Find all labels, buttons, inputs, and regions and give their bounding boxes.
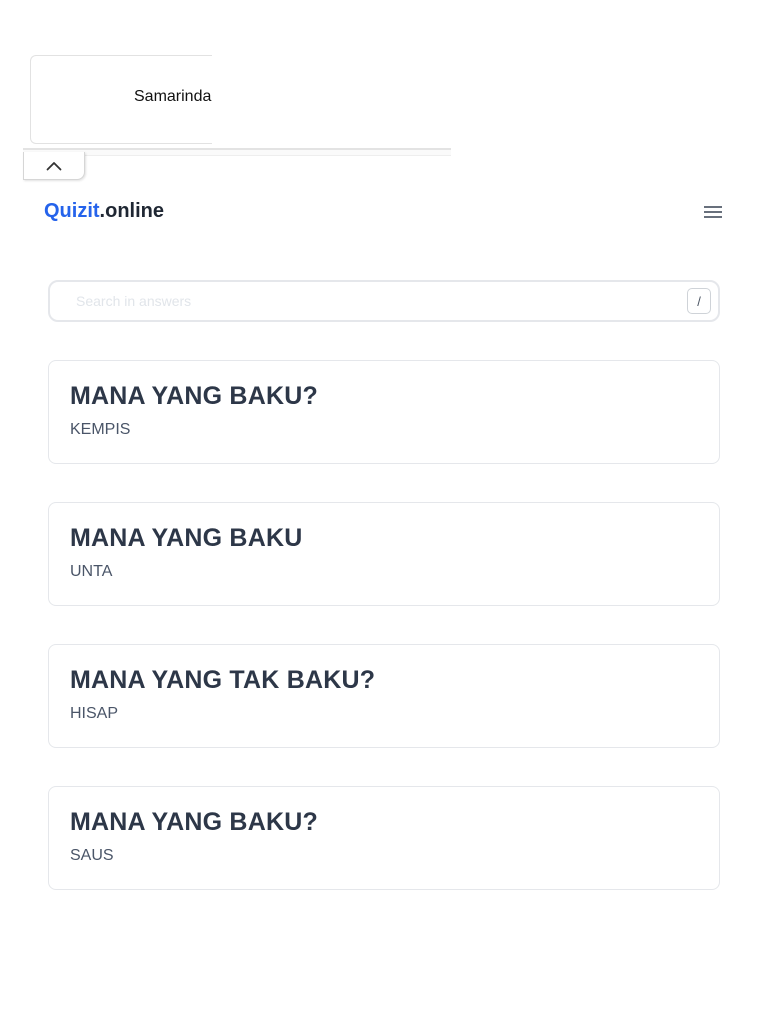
search-shortcut-hint: /	[687, 288, 711, 314]
question-answer: HISAP	[70, 705, 119, 722]
question-card[interactable]: MANA YANG TAK BAKU? HISAP	[48, 644, 720, 748]
menu-button[interactable]	[702, 202, 724, 222]
question-card[interactable]: MANA YANG BAKU UNTA	[48, 502, 720, 606]
logo-brand: Quizit	[44, 200, 100, 222]
question-card[interactable]: MANA YANG BAKU? SAUS	[48, 786, 720, 890]
question-answer: SAUS	[70, 847, 114, 864]
question-title: MANA YANG TAK BAKU?	[70, 666, 376, 694]
site-header: Quizit.online	[44, 196, 724, 228]
chevron-up-icon	[46, 161, 62, 170]
site-logo[interactable]: Quizit.online	[44, 200, 164, 223]
ad-banner[interactable]: Samarinda	[23, 55, 451, 156]
ad-collapse-button[interactable]	[23, 152, 85, 180]
search-input[interactable]	[74, 290, 654, 312]
hamburger-menu-icon	[704, 206, 722, 218]
ad-card[interactable]: Samarinda	[30, 55, 212, 144]
ad-text: Samarinda	[134, 88, 212, 105]
question-title: MANA YANG BAKU?	[70, 382, 318, 410]
question-card[interactable]: MANA YANG BAKU? KEMPIS	[48, 360, 720, 464]
question-title: MANA YANG BAKU	[70, 524, 303, 552]
question-answer: UNTA	[70, 563, 113, 580]
question-title: MANA YANG BAKU?	[70, 808, 318, 836]
question-answer: KEMPIS	[70, 421, 131, 438]
question-list: MANA YANG BAKU? KEMPIS MANA YANG BAKU UN…	[48, 360, 720, 928]
logo-suffix: .online	[99, 200, 164, 222]
search-box: /	[48, 280, 720, 322]
ad-scrollbar[interactable]	[23, 148, 451, 156]
